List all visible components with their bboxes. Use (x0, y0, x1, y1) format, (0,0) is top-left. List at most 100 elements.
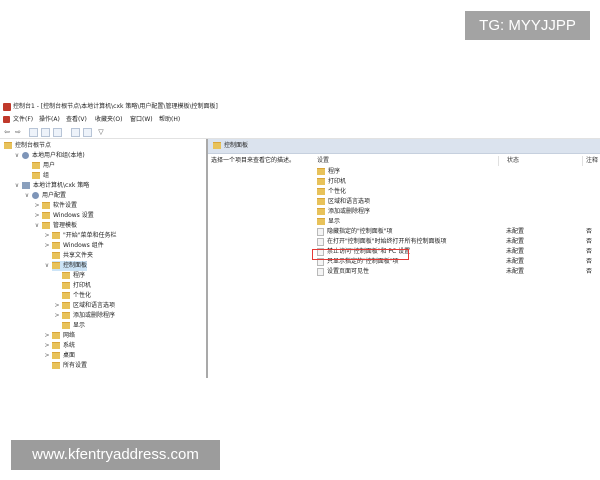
tree-item-label: "开始"菜单和任务栏 (63, 232, 117, 239)
computer-icon (22, 182, 30, 189)
tree-item[interactable]: 共享文件夹 (52, 251, 93, 261)
tree-item[interactable]: > Windows 组件 (44, 241, 104, 251)
tree-item[interactable]: > 系统 (44, 341, 75, 351)
filter-icon[interactable]: ▽ (97, 128, 105, 136)
list-item[interactable]: 添加或删除程序 (314, 207, 600, 217)
column-header-setting[interactable]: 设置 (317, 156, 329, 166)
tree-item[interactable]: > 添加或删除程序 (54, 311, 115, 321)
folder-icon (317, 178, 325, 185)
setting-name: 设置页面可见性 (317, 267, 369, 277)
expanded-chevron-icon[interactable]: ∨ (23, 191, 31, 201)
setting-name: 显示 (317, 217, 340, 227)
collapsed-chevron-icon[interactable]: > (43, 351, 51, 361)
expanded-chevron-icon[interactable]: ∨ (13, 181, 21, 191)
users-icon (22, 152, 29, 159)
expanded-chevron-icon[interactable]: ∨ (13, 151, 21, 161)
console-icon (3, 103, 11, 111)
list-item[interactable]: 显示 (314, 217, 600, 227)
folder-icon (52, 362, 60, 369)
tree-item-label: 网络 (63, 332, 76, 339)
tree-item[interactable]: ∨ 用户配置 (25, 191, 66, 201)
list-item[interactable]: 隐藏指定的"控制面板"项 未配置 否 (314, 227, 600, 237)
folder-icon (52, 232, 60, 239)
tree-item[interactable]: 控制台根节点 (4, 141, 51, 151)
list-item[interactable]: 个性化 (314, 187, 600, 197)
collapsed-chevron-icon[interactable]: > (53, 311, 61, 321)
collapsed-chevron-icon[interactable]: > (33, 201, 41, 211)
setting-state: 未配置 (506, 258, 525, 265)
url-watermark: www.kfentryaddress.com (11, 440, 220, 470)
list-item[interactable]: 区域和语言选项 (314, 197, 600, 207)
tree-item[interactable]: > 软件设置 (34, 201, 77, 211)
tree-item-label: Windows 组件 (63, 242, 104, 249)
tree-item[interactable]: ∨ 控制面板 (45, 261, 88, 271)
setting-note: 否 (586, 258, 593, 265)
tree-item[interactable]: 组 (32, 171, 49, 181)
tree-item[interactable]: 显示 (62, 321, 85, 331)
setting-name: 区域和语言选项 (317, 197, 370, 207)
menu-favorites[interactable]: 收藏夹(O) (95, 114, 122, 125)
tree-item[interactable]: 所有设置 (52, 361, 87, 371)
setting-name: 程序 (317, 167, 340, 177)
up-folder-icon[interactable] (29, 128, 38, 137)
tree-item[interactable]: ∨ 本地计算机\cxk 策略 (15, 181, 89, 191)
folder-icon (317, 188, 325, 195)
list-item[interactable]: 在打开"控制面板"时始终打开所有控制面板项 未配置 否 (314, 237, 600, 247)
list-item[interactable]: 程序 (314, 167, 600, 177)
tree-item[interactable]: 用户 (32, 161, 55, 171)
list-item[interactable]: 设置页面可见性 未配置 否 (314, 267, 600, 277)
collapsed-chevron-icon[interactable]: > (43, 231, 51, 241)
tree-item[interactable]: > 桌面 (44, 351, 75, 361)
tree-item[interactable]: > 区域和语言选项 (54, 301, 115, 311)
collapsed-chevron-icon[interactable]: > (33, 211, 41, 221)
description-text: 选择一个项目来查看它的描述。 (211, 157, 296, 164)
tree-item[interactable]: 打印机 (62, 281, 91, 291)
setting-note: 否 (586, 228, 593, 235)
show-tree-icon[interactable] (41, 128, 50, 137)
tree-item[interactable]: ∨ 本地用户和组(本地) (15, 151, 85, 161)
tree-item[interactable]: > "开始"菜单和任务栏 (44, 231, 117, 241)
menu-window[interactable]: 窗口(W) (130, 114, 153, 125)
forward-arrow-icon[interactable]: ⇨ (14, 128, 22, 136)
column-divider[interactable] (582, 156, 583, 166)
tree-item-label: 控制面板 (63, 262, 88, 269)
menu-help[interactable]: 帮助(H) (159, 114, 180, 125)
menu-view[interactable]: 查看(V) (66, 114, 87, 125)
column-divider[interactable] (498, 156, 499, 166)
setting-name-text: 添加或删除程序 (328, 208, 371, 215)
folder-icon (4, 142, 12, 149)
expanded-chevron-icon[interactable]: ∨ (33, 221, 41, 231)
collapsed-chevron-icon[interactable]: > (43, 341, 51, 351)
tree-item-label: 程序 (73, 272, 86, 279)
back-arrow-icon[interactable]: ⇦ (3, 128, 11, 136)
tree-item-label: 控制台根节点 (15, 142, 52, 149)
expanded-chevron-icon[interactable]: ∨ (43, 261, 51, 271)
column-header-note[interactable]: 注释 (586, 156, 598, 166)
setting-name: 在打开"控制面板"时始终打开所有控制面板项 (317, 237, 447, 247)
console-menu-icon[interactable] (3, 116, 10, 123)
properties-icon[interactable] (83, 128, 92, 137)
tree-item-label: 本地用户和组(本地) (32, 152, 85, 159)
export-list-icon[interactable] (53, 128, 62, 137)
collapsed-chevron-icon[interactable]: > (53, 301, 61, 311)
collapsed-chevron-icon[interactable]: > (43, 241, 51, 251)
folder-icon (317, 218, 325, 225)
folder-icon (42, 212, 50, 219)
folder-icon (32, 162, 40, 169)
help-icon[interactable] (71, 128, 80, 137)
tree-item[interactable]: > Windows 设置 (34, 211, 94, 221)
tree-item[interactable]: ∨ 管理模板 (35, 221, 77, 231)
menu-file[interactable]: 文件(F) (13, 114, 33, 125)
collapsed-chevron-icon[interactable]: > (43, 331, 51, 341)
tree-item[interactable]: 个性化 (62, 291, 91, 301)
tg-watermark: TG: MYYJJPP (465, 11, 590, 40)
tree-item[interactable]: 程序 (62, 271, 85, 281)
tree-item-label: 共享文件夹 (63, 252, 94, 259)
setting-state: 未配置 (506, 228, 525, 235)
setting-name-text: 显示 (328, 218, 341, 225)
column-header-state[interactable]: 状态 (507, 156, 519, 166)
tree-item[interactable]: > 网络 (44, 331, 76, 341)
window-title: 控制台1 - [控制台根节点\本地计算机\cxk 策略\用户配置\管理模板\控制… (13, 103, 218, 110)
list-item[interactable]: 打印机 (314, 177, 600, 187)
menu-action[interactable]: 操作(A) (39, 114, 60, 125)
